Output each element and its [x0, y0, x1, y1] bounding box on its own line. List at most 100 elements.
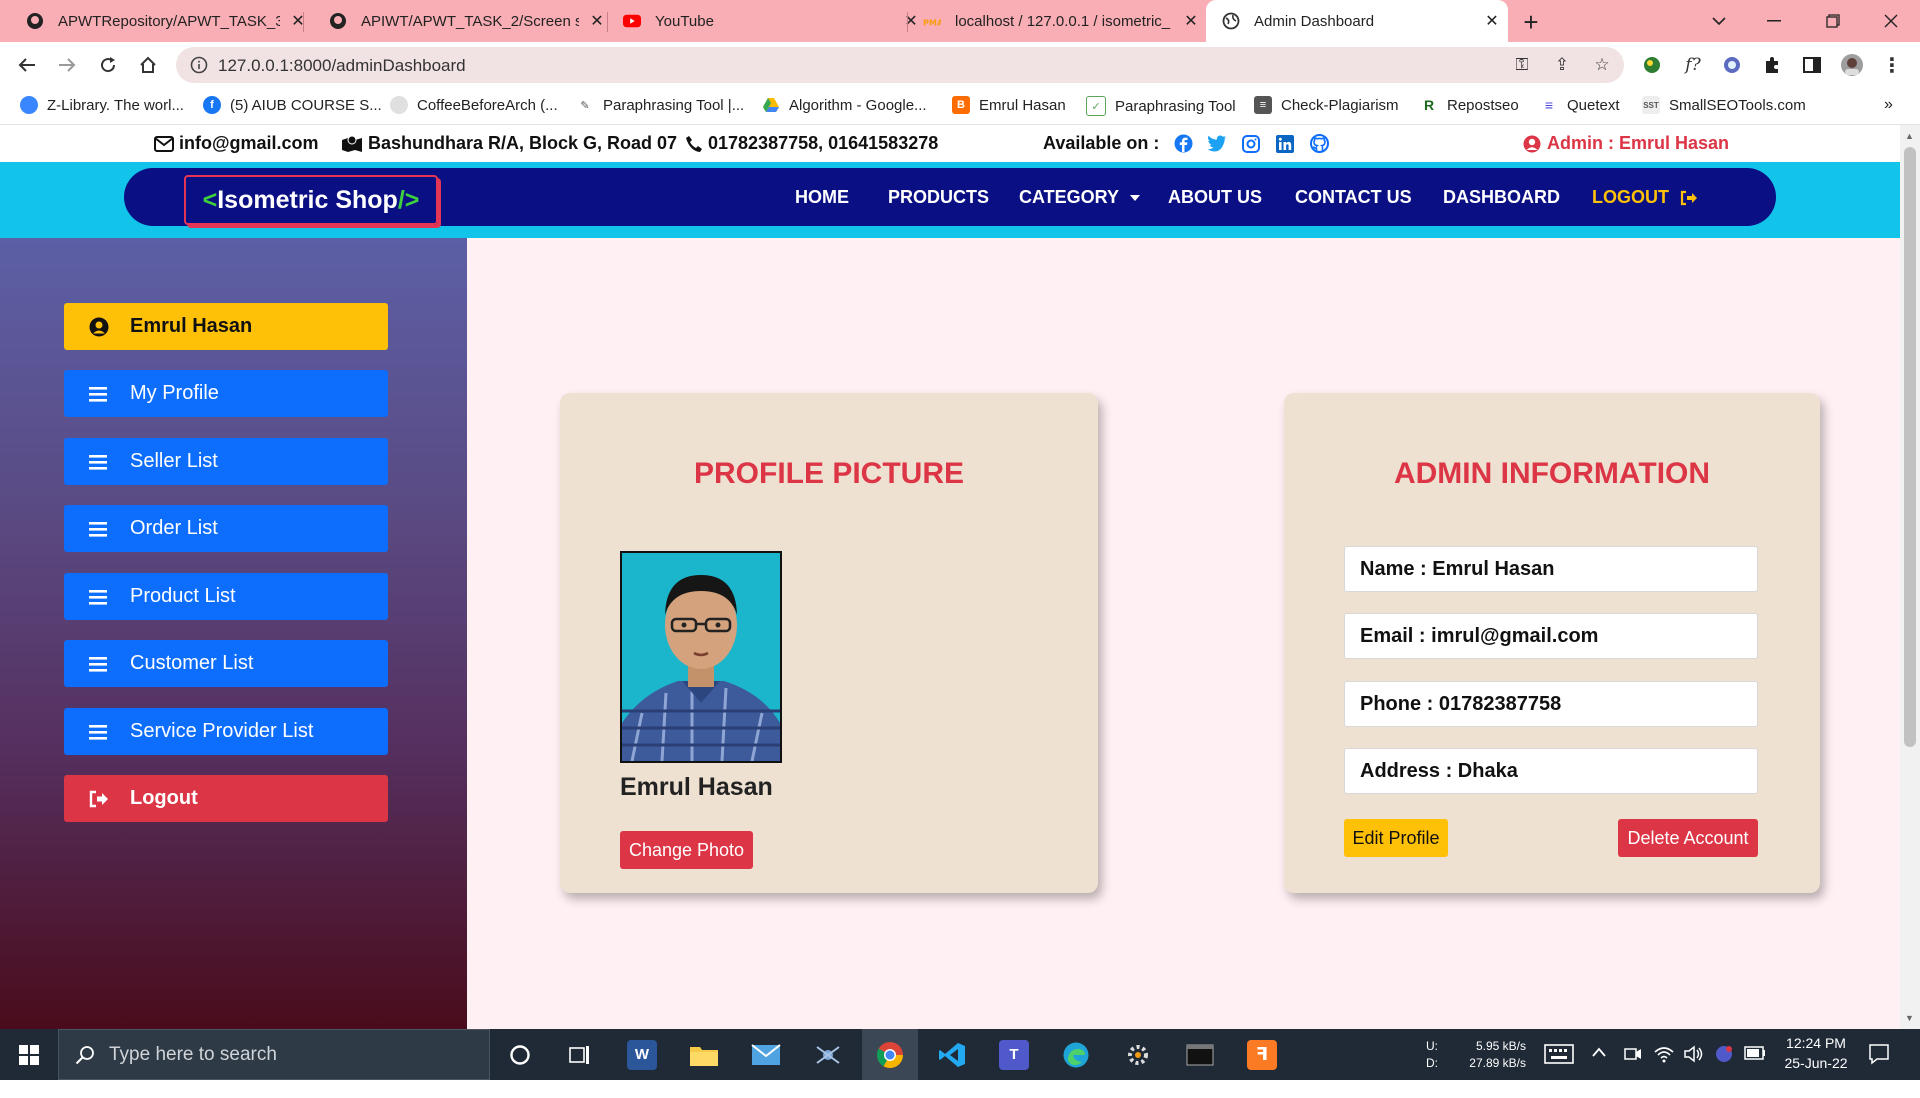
twitter-icon[interactable]: [1207, 134, 1227, 154]
close-icon[interactable]: ✕: [1181, 11, 1201, 31]
bookmark-label: SmallSEOTools.com: [1669, 96, 1806, 114]
sidebar-item-service-provider-list[interactable]: Service Provider List: [64, 708, 388, 755]
extension-globe-icon[interactable]: [1640, 53, 1664, 77]
chrome-app-icon[interactable]: [862, 1029, 918, 1080]
cortana-icon[interactable]: [492, 1029, 548, 1080]
vscode-app-icon[interactable]: [924, 1029, 980, 1080]
topbar-address: Bashundhara R/A, Block G, Road 07: [341, 133, 677, 154]
browser-menu-icon[interactable]: ⋮: [1880, 53, 1904, 77]
network-app-icon[interactable]: [800, 1029, 856, 1080]
keyboard-icon[interactable]: [1544, 1044, 1574, 1095]
taskbar-clock[interactable]: 12:24 PM 25-Jun-22: [1776, 1035, 1856, 1086]
edge-app-icon[interactable]: [1048, 1029, 1104, 1080]
page-scrollbar[interactable]: ▲ ▼: [1900, 125, 1920, 1029]
bookmarks-overflow-icon[interactable]: »: [1884, 96, 1893, 114]
bookmark-item[interactable]: R Repostseo: [1420, 96, 1519, 114]
bookmark-item[interactable]: Z-Library. The worl...: [20, 96, 184, 114]
notification-icon[interactable]: [1868, 1043, 1890, 1094]
word-app-icon[interactable]: W: [614, 1029, 670, 1080]
bookmark-item[interactable]: Algorithm - Google...: [762, 96, 927, 114]
window-close-icon[interactable]: [1871, 0, 1911, 42]
change-photo-button[interactable]: Change Photo: [620, 831, 753, 869]
sidebar-item-product-list[interactable]: Product List: [64, 573, 388, 620]
nav-products[interactable]: PRODUCTS: [888, 187, 989, 208]
bookmark-item[interactable]: f (5) AIUB COURSE S...: [203, 96, 382, 114]
bookmark-item[interactable]: CoffeeBeforeArch (...: [390, 96, 558, 114]
nav-contact[interactable]: CONTACT US: [1295, 187, 1412, 208]
meet-now-icon[interactable]: [1624, 1045, 1642, 1096]
teams-tray-icon[interactable]: [1714, 1044, 1734, 1095]
share-icon[interactable]: ⇪: [1550, 53, 1574, 77]
linkedin-icon[interactable]: [1275, 134, 1295, 154]
reload-icon[interactable]: [94, 51, 122, 79]
tray-chevron-up-icon[interactable]: [1592, 1047, 1606, 1098]
minimize-icon[interactable]: [1754, 0, 1794, 42]
tab-apwt-task3[interactable]: APWTRepository/APWT_TASK_3/ ✕: [0, 0, 308, 42]
mail-app-icon[interactable]: [738, 1029, 794, 1080]
back-icon[interactable]: [13, 51, 41, 79]
wifi-icon[interactable]: [1654, 1045, 1674, 1096]
key-icon[interactable]: ⚿: [1510, 53, 1534, 77]
sidebar-item-my-profile[interactable]: My Profile: [64, 370, 388, 417]
nav-about[interactable]: ABOUT US: [1168, 187, 1262, 208]
terminal-app-icon[interactable]: [1172, 1029, 1228, 1080]
sidebar-user[interactable]: Emrul Hasan: [64, 303, 388, 350]
github-icon[interactable]: [1309, 134, 1329, 154]
instagram-icon[interactable]: [1241, 134, 1261, 154]
restore-icon[interactable]: [1813, 0, 1853, 42]
settings-gear-app-icon[interactable]: [1110, 1029, 1166, 1080]
facebook-icon[interactable]: [1173, 134, 1193, 154]
edit-profile-button[interactable]: Edit Profile: [1344, 819, 1448, 857]
scrollbar-thumb[interactable]: [1904, 147, 1916, 747]
tab-phpmyadmin[interactable]: PMA localhost / 127.0.0.1 / isometric_ ✕: [897, 0, 1201, 42]
home-icon[interactable]: [134, 51, 162, 79]
nav-category[interactable]: CATEGORY: [1019, 187, 1140, 208]
forward-icon[interactable]: [53, 51, 81, 79]
nav-dashboard[interactable]: DASHBOARD: [1443, 187, 1560, 208]
teams-app-icon[interactable]: T: [986, 1029, 1042, 1080]
search-icon: [75, 1045, 95, 1065]
sidebar-logout-button[interactable]: Logout: [64, 775, 388, 822]
extensions-puzzle-icon[interactable]: [1760, 53, 1784, 77]
tab-apiwt-task2[interactable]: APIWT/APWT_TASK_2/Screen sho ✕: [303, 0, 607, 42]
extension-shield-icon[interactable]: [1720, 53, 1744, 77]
tab-youtube[interactable]: YouTube ✕: [597, 0, 921, 42]
delete-account-button[interactable]: Delete Account: [1618, 819, 1758, 857]
close-icon[interactable]: ✕: [1482, 11, 1502, 31]
bookmark-label: Z-Library. The worl...: [47, 96, 184, 114]
profile-avatar-icon[interactable]: [1840, 53, 1864, 77]
scroll-up-icon[interactable]: ▲: [1905, 131, 1914, 141]
site-logo[interactable]: < Isometric Shop />: [184, 175, 438, 225]
volume-icon[interactable]: [1684, 1045, 1704, 1096]
tab-search-chevron-icon[interactable]: [1699, 0, 1739, 42]
bookmarks-bar: Z-Library. The worl... f (5) AIUB COURSE …: [0, 88, 1920, 125]
xampp-app-icon[interactable]: ꟻ: [1234, 1029, 1290, 1080]
windows-start-icon[interactable]: [0, 1029, 58, 1080]
topbar-admin[interactable]: Admin : Emrul Hasan: [1523, 133, 1729, 154]
bookmark-item[interactable]: ✎ Paraphrasing Tool |...: [576, 96, 744, 114]
new-tab-icon[interactable]: +: [1517, 7, 1545, 37]
bookmark-item[interactable]: ✓ Paraphrasing Tool: [1086, 96, 1236, 116]
nav-logout[interactable]: LOGOUT: [1592, 187, 1698, 208]
tab-admin-dashboard[interactable]: Admin Dashboard ✕: [1206, 0, 1508, 42]
bookmark-star-icon[interactable]: ☆: [1590, 53, 1614, 77]
sidebar-item-seller-list[interactable]: Seller List: [64, 438, 388, 485]
sidebar-item-order-list[interactable]: Order List: [64, 505, 388, 552]
bookmark-item[interactable]: ≡ Check-Plagiarism: [1254, 96, 1399, 114]
taskbar-search-box[interactable]: Type here to search: [58, 1029, 490, 1080]
side-panel-icon[interactable]: [1800, 53, 1824, 77]
bookmark-item[interactable]: ≡ Quetext: [1540, 96, 1620, 114]
battery-icon[interactable]: [1744, 1046, 1766, 1097]
sidebar-item-customer-list[interactable]: Customer List: [64, 640, 388, 687]
extension-fx-icon[interactable]: f?: [1681, 53, 1705, 77]
globe-icon: [390, 96, 408, 114]
bookmark-item[interactable]: B Emrul Hasan: [952, 96, 1066, 114]
task-view-icon[interactable]: [552, 1029, 608, 1080]
file-explorer-icon[interactable]: [676, 1029, 732, 1080]
site-info-icon[interactable]: [190, 56, 208, 74]
bookmark-item[interactable]: SST SmallSEOTools.com: [1642, 96, 1806, 114]
caret-down-icon: [1129, 195, 1140, 202]
scroll-down-icon[interactable]: ▼: [1905, 1013, 1914, 1023]
nav-home[interactable]: HOME: [795, 187, 849, 208]
address-bar[interactable]: 127.0.0.1:8000/adminDashboard ⚿ ⇪ ☆: [176, 47, 1624, 83]
